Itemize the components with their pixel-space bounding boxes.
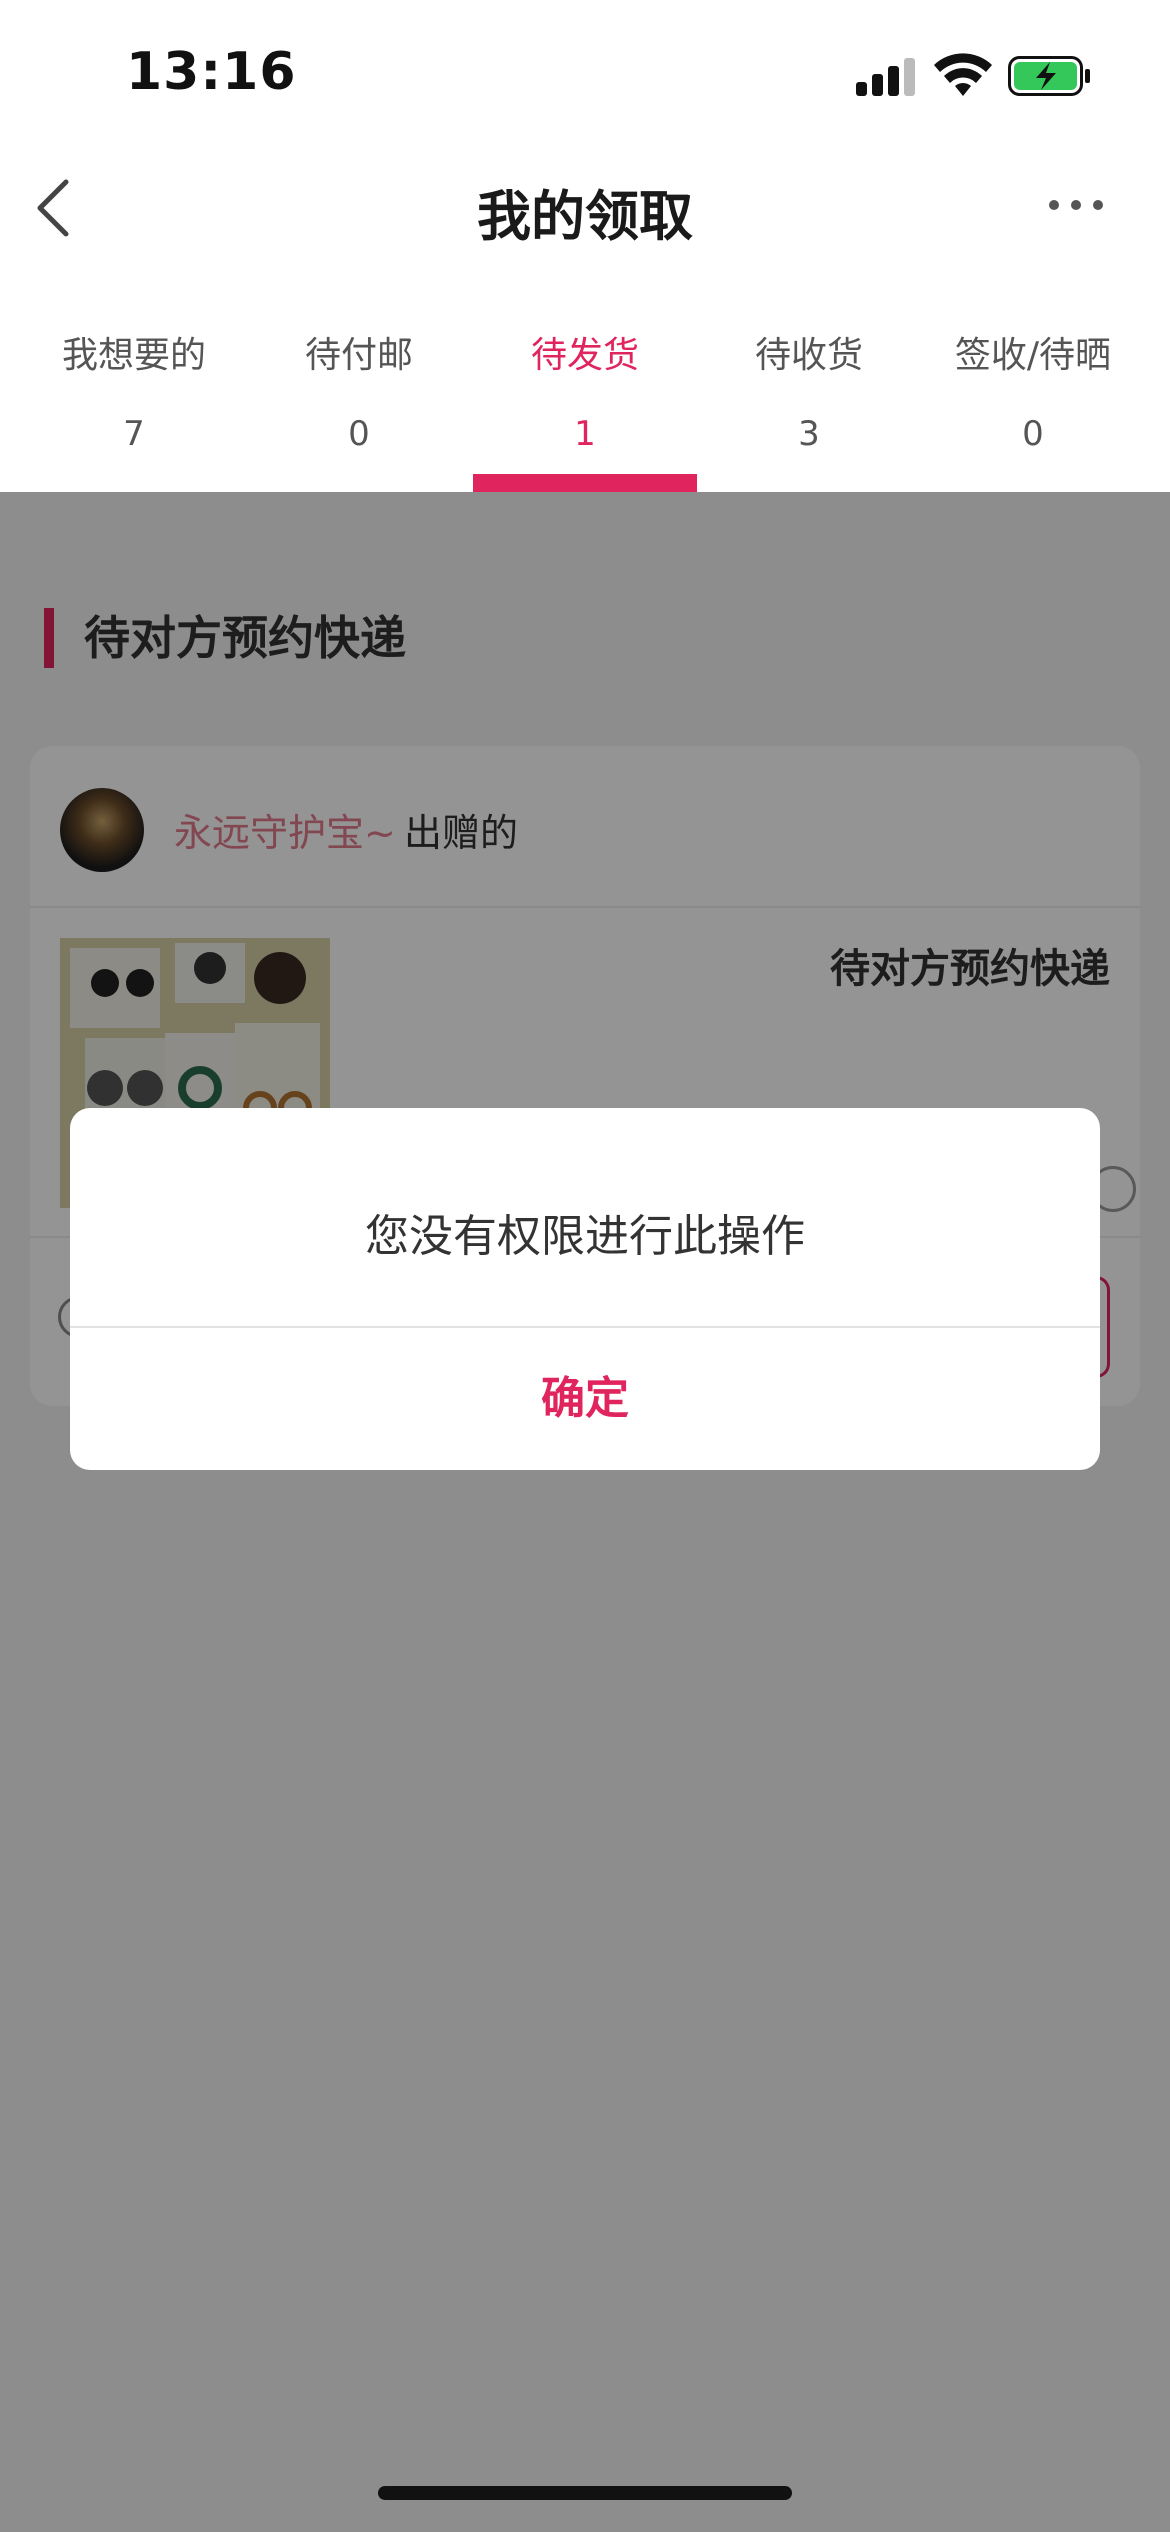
tab-label: 待发货 <box>530 335 639 376</box>
more-options-icon[interactable] <box>1046 190 1106 220</box>
tab-count: 7 <box>123 414 145 454</box>
tab-pending-postage[interactable]: 待付邮 0 <box>247 280 471 492</box>
tab-label: 待付邮 <box>304 335 413 376</box>
active-tab-indicator <box>473 474 697 492</box>
tab-label: 待收货 <box>754 335 863 376</box>
tab-wanted[interactable]: 我想要的 7 <box>22 280 246 492</box>
battery-charging-icon <box>1008 56 1090 96</box>
tab-pending-receipt[interactable]: 待收货 3 <box>697 280 921 492</box>
tab-received-review[interactable]: 签收/待晒 0 <box>921 280 1145 492</box>
cellular-signal-icon <box>856 56 916 96</box>
tab-count: 0 <box>348 414 370 454</box>
status-time: 13:16 <box>126 42 297 102</box>
tab-count: 1 <box>574 414 596 454</box>
page-title: 我的领取 <box>477 185 693 248</box>
wifi-icon <box>934 53 992 96</box>
tab-label: 签收/待晒 <box>954 335 1112 376</box>
status-bar: 13:16 <box>0 0 1170 150</box>
nav-bar: 我的领取 <box>0 150 1170 280</box>
tab-label: 我想要的 <box>61 335 206 376</box>
confirm-button[interactable]: 确定 <box>70 1328 1100 1470</box>
modal-overlay[interactable] <box>0 492 1170 2532</box>
dialog-message: 您没有权限进行此操作 <box>365 1211 805 1262</box>
tab-count: 3 <box>798 414 820 454</box>
order-status-tabs: 我想要的 7 待付邮 0 待发货 1 待收货 3 签收/待晒 0 <box>0 280 1170 492</box>
home-indicator[interactable] <box>378 2486 792 2500</box>
tab-pending-shipment[interactable]: 待发货 1 <box>473 280 697 492</box>
tab-count: 0 <box>1022 414 1044 454</box>
permission-dialog: 您没有权限进行此操作 确定 <box>70 1108 1100 1470</box>
